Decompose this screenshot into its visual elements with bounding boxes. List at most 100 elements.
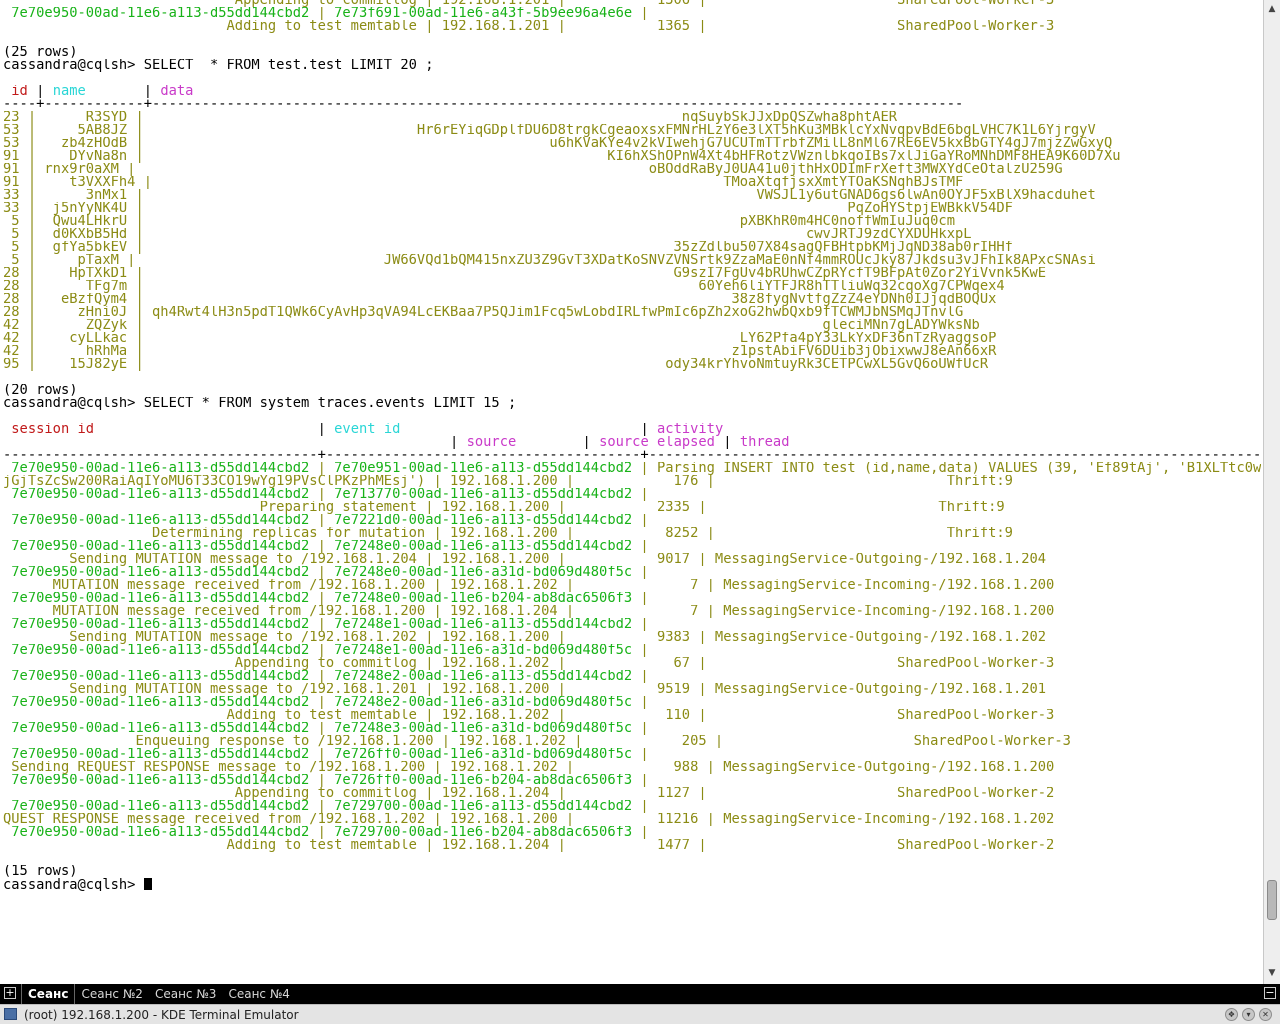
terminal-line: 7e70e950-00ad-11e6-a113-d55dd144cbd2 | 7…: [3, 540, 1261, 553]
terminal-line: --------------------------------------+-…: [3, 449, 1261, 462]
terminal-line: Appending to commitlog | 192.168.1.204 |…: [3, 787, 1261, 800]
terminal-text-segment: 42 | hRhMa | z1pstAbiFV6DUib3jObixwwJ8eA…: [3, 345, 997, 358]
terminal-text-segment: |: [85, 85, 161, 98]
terminal-line: 91 | rnx9r0aXM | oBOddRaByJ0UA41u0jthHxO…: [3, 163, 1261, 176]
terminal-text-segment: 5 | Qwu4LHkrU | pXBKhR0m4HC0noffWmIuJuq0…: [3, 215, 955, 228]
terminal-text-segment: |: [309, 670, 335, 683]
terminal-text-segment: cassandra@cqlsh> SELECT * FROM system_tr…: [3, 397, 517, 410]
terminal-text-segment: QUEST_RESPONSE message received from /19…: [3, 813, 1055, 826]
terminal-text-segment: (25 rows): [3, 46, 78, 59]
terminal-line: session_id | event_id | activity: [3, 423, 1261, 436]
terminal-text-segment: 91 | DYvNa8n | KI6hXShOPnW4Xt4bHFRotzVWz…: [3, 150, 1121, 163]
terminal-text-segment: |: [309, 462, 335, 475]
terminal-line: 91 | t3VXXFh4 | TMoaXtqfjsxXmtYTOaKSNqhB…: [3, 176, 1261, 189]
window-menu-icon[interactable]: ❖: [1225, 1008, 1238, 1021]
terminal-text-segment: 7e7248e0-00ad-11e6-a113-d55dd144cbd2: [334, 540, 633, 553]
terminal-text-segment: 7e7248e2-00ad-11e6-a113-d55dd144cbd2: [334, 670, 633, 683]
tab-session-4[interactable]: Сеанс №4: [222, 984, 296, 1004]
terminal-line: 5 | gfYa5bkEV | 35zZdlbu507X84sagQFBHtpb…: [3, 241, 1261, 254]
terminal-text-segment: 42 | cyLLkac | LY62Pfa4pY33LkYxDF36nTzRy…: [3, 332, 997, 345]
terminal-text-segment: 7e7248e1-00ad-11e6-a31d-bd069d480f5c: [334, 644, 633, 657]
terminal-output[interactable]: Appending to commitlog | 192.168.1.201 |…: [0, 0, 1263, 984]
terminal-line: id | name | data: [3, 85, 1261, 98]
terminal-text-segment: Determining replicas for mutation | 192.…: [3, 527, 1013, 540]
tab-session-3[interactable]: Сеанс №3: [149, 984, 223, 1004]
terminal-text-segment: 7e70e950-00ad-11e6-a113-d55dd144cbd2: [3, 722, 310, 735]
terminal-text-segment: 91 | t3VXXFh4 | TMoaXtqfjsxXmtYTOaKSNqhB…: [3, 176, 964, 189]
terminal-line: 7e70e950-00ad-11e6-a113-d55dd144cbd2 | 7…: [3, 618, 1261, 631]
terminal-text-segment: data: [160, 85, 194, 98]
terminal-text-segment: 28 | eBzfQym4 | 38z8fygNvtfgZzZ4eYDNh0IJ…: [3, 293, 997, 306]
terminal-text-segment: | RE: [640, 800, 649, 813]
terminal-text-segment: | Parsing INSERT INTO test (id,name,data…: [632, 462, 1261, 475]
terminal-text-segment: Sending MUTATION message to /192.168.1.2…: [3, 683, 1047, 696]
terminal-line: | source | source_elapsed | thread: [3, 436, 1261, 449]
terminal-text-segment: |: [309, 722, 335, 735]
terminal-line: cassandra@cqlsh> SELECT * FROM system_tr…: [3, 397, 1261, 410]
terminal-text-segment: 7e73f691-00ad-11e6-a43f-5b9ee96a4e6e: [334, 7, 633, 20]
terminal-text-segment: |: [309, 7, 335, 20]
terminal-text-segment: 28 | TFg7m | 60Yeh6liYTFJR8hTTliuWq32cqo…: [3, 280, 1005, 293]
terminal-line: 95 | 15J82yE | ody34krYhvoNmtuyRk3CETPCw…: [3, 358, 1261, 371]
close-window-icon[interactable]: ✕: [1259, 1008, 1272, 1021]
terminal-line: Sending MUTATION message to /192.168.1.2…: [3, 631, 1261, 644]
new-tab-icon[interactable]: +: [4, 987, 16, 999]
terminal-text-segment: Enqueuing response to /192.168.1.200 | 1…: [3, 735, 1071, 748]
tab-session-1[interactable]: Сеанс: [21, 984, 76, 1004]
window-taskbar[interactable]: (root) 192.168.1.200 - KDE Terminal Emul…: [0, 1004, 1280, 1024]
terminal-text-segment: source: [466, 436, 517, 449]
close-tab-icon[interactable]: −: [1264, 987, 1276, 999]
minimize-icon[interactable]: ▾: [1242, 1008, 1255, 1021]
scroll-down-arrow-icon[interactable]: ▼: [1265, 966, 1279, 980]
terminal-line: cassandra@cqlsh>: [3, 878, 1261, 891]
text-cursor: [143, 878, 152, 890]
terminal-text-segment: id: [11, 85, 28, 98]
terminal-text-segment: event_id: [334, 423, 401, 436]
terminal-line: 33 | j5nYyNK4U | PqZoHYStpjEWBkkV54DF: [3, 202, 1261, 215]
vertical-scrollbar[interactable]: ▲ ▼: [1263, 0, 1280, 984]
terminal-line: 28 | zHni0J | qh4Rwt4lH3n5pdT1QWk6CyAvHp…: [3, 306, 1261, 319]
terminal-text-segment: 42 | ZQZyk | gleciMNn7gLADYWksNb: [3, 319, 980, 332]
terminal-text-segment: |: [309, 592, 335, 605]
terminal-line: 7e70e950-00ad-11e6-a113-d55dd144cbd2 | 7…: [3, 800, 1261, 813]
scroll-up-arrow-icon[interactable]: ▲: [1265, 2, 1279, 16]
terminal-text-segment: |: [632, 7, 649, 20]
terminal-line: 42 | hRhMa | z1pstAbiFV6DUib3jObixwwJ8eA…: [3, 345, 1261, 358]
terminal-text-segment: |: [632, 696, 649, 709]
terminal-line: Sending REQUEST_RESPONSE message to /192…: [3, 761, 1261, 774]
terminal-text-segment: Adding to test memtable | 192.168.1.202 …: [3, 709, 1055, 722]
terminal-line: MUTATION message received from /192.168.…: [3, 579, 1261, 592]
terminal-text-segment: --------------------------------------+-…: [3, 449, 1261, 462]
terminal-text-segment: (15 rows): [3, 865, 78, 878]
terminal-text-segment: 7e70e950-00ad-11e6-a113-d55dd144cbd2: [3, 826, 310, 839]
terminal-text-segment: 7e729700-00ad-11e6-a113-d55dd144cbd2: [334, 800, 633, 813]
terminal-text-segment: 91 | rnx9r0aXM | oBOddRaByJ0UA41u0jthHxO…: [3, 163, 1063, 176]
terminal-line: Preparing statement | 192.168.1.200 | 23…: [3, 501, 1261, 514]
terminal-text-segment: 7e7248e0-00ad-11e6-b204-ab8dac6506f3: [334, 592, 633, 605]
terminal-text-segment: 7e726ff0-00ad-11e6-b204-ab8dac6506f3: [334, 774, 633, 787]
terminal-text-segment: (20 rows): [3, 384, 78, 397]
terminal-line: 7e70e950-00ad-11e6-a113-d55dd144cbd2 | 7…: [3, 462, 1261, 475]
screen: Appending to commitlog | 192.168.1.201 |…: [0, 0, 1280, 1024]
terminal-line: cassandra@cqlsh> SELECT * FROM test.test…: [3, 59, 1261, 72]
terminal-text-segment: session_id: [11, 423, 95, 436]
terminal-line: 7e70e950-00ad-11e6-a113-d55dd144cbd2 | 7…: [3, 7, 1261, 20]
terminal-line: 7e70e950-00ad-11e6-a113-d55dd144cbd2 | 7…: [3, 592, 1261, 605]
terminal-text-segment: Adding to test memtable | 192.168.1.204 …: [3, 839, 1055, 852]
terminal-text-segment: |: [3, 436, 467, 449]
tab-session-2[interactable]: Сеанс №2: [75, 984, 149, 1004]
terminal-line: 7e70e950-00ad-11e6-a113-d55dd144cbd2 | 7…: [3, 566, 1261, 579]
scrollbar-thumb[interactable]: [1267, 880, 1277, 920]
terminal-app-icon: [4, 1008, 17, 1020]
terminal-line: Sending MUTATION message to /192.168.1.2…: [3, 683, 1261, 696]
terminal-text-segment: 7e70e950-00ad-11e6-a113-d55dd144cbd2: [3, 566, 310, 579]
terminal-text-segment: |: [309, 800, 335, 813]
terminal-text-segment: |: [632, 644, 649, 657]
terminal-line: 7e70e950-00ad-11e6-a113-d55dd144cbd2 | 7…: [3, 696, 1261, 709]
terminal-line: Appending to commitlog | 192.168.1.202 |…: [3, 657, 1261, 670]
terminal-text-segment: source_elapsed: [599, 436, 715, 449]
